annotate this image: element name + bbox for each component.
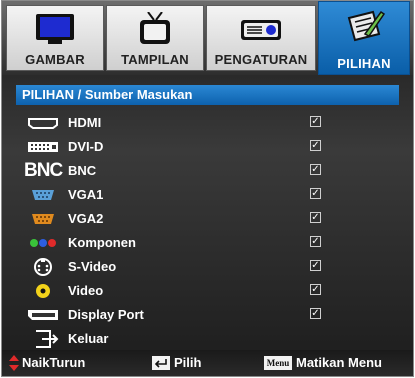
- projector-icon: [241, 20, 281, 40]
- tab-gambar[interactable]: GAMBAR: [6, 5, 104, 71]
- exit-icon: [36, 330, 59, 348]
- checkbox[interactable]: ✓: [310, 140, 321, 151]
- checkbox[interactable]: ✓: [310, 236, 321, 247]
- item-label: Video: [68, 283, 104, 298]
- video-rca-icon: [36, 284, 50, 298]
- dvi-port-icon: [28, 142, 58, 152]
- enter-key-icon: [152, 356, 170, 370]
- up-down-arrows-icon: [9, 355, 19, 371]
- list-item-display-port[interactable]: Display Port ✓: [2, 303, 413, 327]
- hdmi-port-icon: [28, 118, 58, 129]
- tab-label: PILIHAN: [337, 56, 391, 71]
- list-item-bnc[interactable]: BNC BNC ✓: [2, 159, 413, 183]
- s-video-icon: [34, 258, 52, 276]
- tab-label: GAMBAR: [25, 52, 85, 67]
- select-hint: Pilih: [174, 355, 202, 370]
- checkbox[interactable]: ✓: [310, 164, 321, 175]
- vga-port-icon: [32, 190, 54, 200]
- tab-pengaturan[interactable]: PENGATURAN: [206, 5, 316, 71]
- list-item-komponen[interactable]: Komponen ✓: [2, 231, 413, 255]
- checkbox[interactable]: ✓: [310, 212, 321, 223]
- item-label: VGA1: [68, 187, 104, 202]
- tab-tampilan[interactable]: TAMPILAN: [106, 5, 204, 71]
- list-item-vga1[interactable]: VGA1 ✓: [2, 183, 413, 207]
- item-label: Keluar: [68, 331, 109, 346]
- menu-exit-hint: Matikan Menu: [296, 355, 382, 370]
- vga-port-icon: [32, 214, 54, 224]
- tab-pilihan[interactable]: PILIHAN: [318, 1, 410, 75]
- monitor-icon: [36, 14, 74, 44]
- notepad-pen-icon: [347, 10, 385, 42]
- list-item-vga2[interactable]: VGA2 ✓: [2, 207, 413, 231]
- item-label: BNC: [68, 163, 97, 178]
- list-item-keluar[interactable]: Keluar: [2, 327, 413, 351]
- tv-icon: [140, 12, 170, 44]
- tab-label: PENGATURAN: [214, 52, 308, 67]
- menu-tabs: GAMBAR TAMPILAN PENGATURAN PILIHAN: [2, 1, 413, 75]
- list-item-s-video[interactable]: S-Video ✓: [2, 255, 413, 279]
- checkbox[interactable]: ✓: [310, 284, 321, 295]
- checkbox[interactable]: ✓: [310, 260, 321, 271]
- component-rgb-icon: [30, 239, 56, 247]
- key-hint-bar: NaikTurun Pilih Menu Matikan Menu: [2, 350, 413, 376]
- osd-menu: GAMBAR TAMPILAN PENGATURAN PILIHAN PILIH…: [1, 0, 414, 377]
- list-item-dvi-d[interactable]: DVI-D ✓: [2, 135, 413, 159]
- item-label: DVI-D: [68, 139, 104, 154]
- updown-hint: NaikTurun: [22, 355, 86, 370]
- item-label: Komponen: [68, 235, 136, 250]
- list-item-video[interactable]: Video ✓: [2, 279, 413, 303]
- item-label: S-Video: [68, 259, 117, 274]
- item-label: VGA2: [68, 211, 104, 226]
- displayport-icon: [28, 310, 58, 320]
- list-item-hdmi[interactable]: HDMI ✓: [2, 111, 413, 135]
- tab-label: TAMPILAN: [121, 52, 189, 67]
- item-label: Display Port: [68, 307, 144, 322]
- checkbox[interactable]: ✓: [310, 116, 321, 127]
- checkbox[interactable]: ✓: [310, 188, 321, 199]
- bnc-icon: BNC: [24, 160, 63, 181]
- item-label: HDMI: [68, 115, 102, 130]
- page-title: PILIHAN / Sumber Masukan: [16, 85, 399, 105]
- menu-key-icon: Menu: [264, 356, 292, 370]
- checkbox[interactable]: ✓: [310, 308, 321, 319]
